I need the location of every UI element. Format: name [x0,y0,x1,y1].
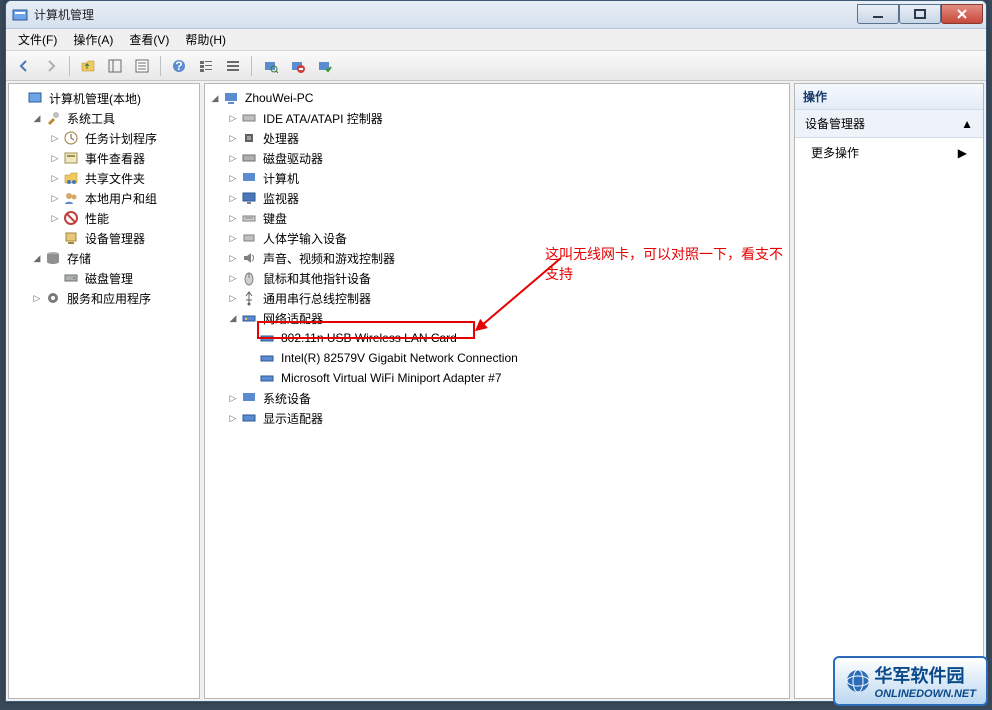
tree-task-scheduler[interactable]: ▷任务计划程序 [47,128,197,148]
toolbar-sep [251,56,252,76]
device-net-wireless[interactable]: ▷802.11n USB Wireless LAN Card [243,328,787,348]
computer-icon [223,90,239,106]
disk-drive-icon [241,150,257,166]
window-title: 计算机管理 [34,6,857,23]
menu-action[interactable]: 操作(A) [65,29,121,50]
menu-help[interactable]: 帮助(H) [177,29,234,50]
device-keyboard[interactable]: ▷键盘 [225,208,787,228]
globe-icon [845,668,871,694]
console-tree-panel: ▷ 计算机管理(本地) ◢ 系统工具 [8,83,200,699]
menu-file[interactable]: 文件(F) [10,29,65,50]
tree-shared-folders[interactable]: ▷共享文件夹 [47,168,197,188]
device-ide[interactable]: ▷IDE ATA/ATAPI 控制器 [225,108,787,128]
collapse-icon: ▲ [961,117,973,131]
keyboard-icon [241,210,257,226]
device-net-intel[interactable]: ▷Intel(R) 82579V Gigabit Network Connect… [243,348,787,368]
actions-panel: 操作 设备管理器 ▲ 更多操作 ▶ [794,83,984,699]
hid-icon [241,230,257,246]
device-root[interactable]: ◢ZhouWei-PC [207,88,787,108]
device-disk[interactable]: ▷磁盘驱动器 [225,148,787,168]
help-button[interactable]: ? [167,54,191,78]
tree-system-tools[interactable]: ◢ 系统工具 [29,108,197,128]
storage-icon [45,250,61,266]
up-button[interactable] [76,54,100,78]
scan-button[interactable] [258,54,282,78]
shared-icon [63,170,79,186]
ide-icon [241,110,257,126]
show-hide-tree-button[interactable] [103,54,127,78]
device-display[interactable]: ▷显示适配器 [225,408,787,428]
content-area: ▷ 计算机管理(本地) ◢ 系统工具 [6,81,986,701]
device-monitor[interactable]: ▷监视器 [225,188,787,208]
device-network-adapters[interactable]: ◢网络适配器 [225,308,787,328]
console-tree[interactable]: ▷ 计算机管理(本地) ◢ 系统工具 [9,84,199,312]
monitor-icon [241,190,257,206]
tree-event-viewer[interactable]: ▷事件查看器 [47,148,197,168]
watermark-cn: 华军软件园 [875,662,976,688]
toolbar: ? [6,51,986,81]
watermark: 华军软件园 ONLINEDOWN.NET [833,656,988,706]
devmgr-icon [63,230,79,246]
menu-view[interactable]: 查看(V) [121,29,177,50]
device-net-virtual[interactable]: ▷Microsoft Virtual WiFi Miniport Adapter… [243,368,787,388]
usb-icon [241,290,257,306]
window-controls [857,5,983,24]
pc-icon [241,170,257,186]
users-icon [63,190,79,206]
tree-device-manager[interactable]: ▷设备管理器 [47,228,197,248]
enable-button[interactable] [312,54,336,78]
device-system[interactable]: ▷系统设备 [225,388,787,408]
perf-icon [63,210,79,226]
forward-button[interactable] [39,54,63,78]
services-icon [45,290,61,306]
actions-more[interactable]: 更多操作 ▶ [795,138,983,167]
tree-performance[interactable]: ▷性能 [47,208,197,228]
annotation-text: 这叫无线网卡，可以对照一下，看支不支持 [545,244,789,284]
toolbar-sep [160,56,161,76]
system-icon [241,390,257,406]
device-computer[interactable]: ▷计算机 [225,168,787,188]
nic-icon [259,350,275,366]
sound-icon [241,250,257,266]
nic-icon [259,330,275,346]
view-detail-button[interactable] [221,54,245,78]
maximize-button[interactable] [899,4,941,24]
device-usb[interactable]: ▷通用串行总线控制器 [225,288,787,308]
display-adapter-icon [241,410,257,426]
tree-root[interactable]: ▷ 计算机管理(本地) [11,88,197,108]
view-list-button[interactable] [194,54,218,78]
app-window: 计算机管理 文件(F) 操作(A) 查看(V) 帮助(H) ? [5,0,987,702]
properties-button[interactable] [130,54,154,78]
uninstall-button[interactable] [285,54,309,78]
svg-text:?: ? [175,59,182,73]
chevron-right-icon: ▶ [958,146,967,160]
close-button[interactable] [941,4,983,24]
computer-mgmt-icon [27,90,43,106]
disk-icon [63,270,79,286]
menubar: 文件(F) 操作(A) 查看(V) 帮助(H) [6,29,986,51]
network-icon [241,310,257,326]
toolbar-sep [69,56,70,76]
tree-disk-mgmt[interactable]: ▷磁盘管理 [47,268,197,288]
mouse-icon [241,270,257,286]
tree-local-users[interactable]: ▷本地用户和组 [47,188,197,208]
watermark-en: ONLINEDOWN.NET [875,688,976,700]
tree-services-apps[interactable]: ▷服务和应用程序 [29,288,197,308]
clock-icon [63,130,79,146]
back-button[interactable] [12,54,36,78]
titlebar[interactable]: 计算机管理 [6,1,986,29]
device-cpu[interactable]: ▷处理器 [225,128,787,148]
tools-icon [45,110,61,126]
device-tree-panel: ◢ZhouWei-PC ▷IDE ATA/ATAPI 控制器 ▷处理器 ▷磁盘驱… [204,83,790,699]
tree-storage[interactable]: ◢存储 [29,248,197,268]
cpu-icon [241,130,257,146]
minimize-button[interactable] [857,4,899,24]
event-icon [63,150,79,166]
actions-section[interactable]: 设备管理器 ▲ [795,110,983,138]
nic-icon [259,370,275,386]
actions-header: 操作 [795,84,983,110]
app-icon [12,7,28,23]
